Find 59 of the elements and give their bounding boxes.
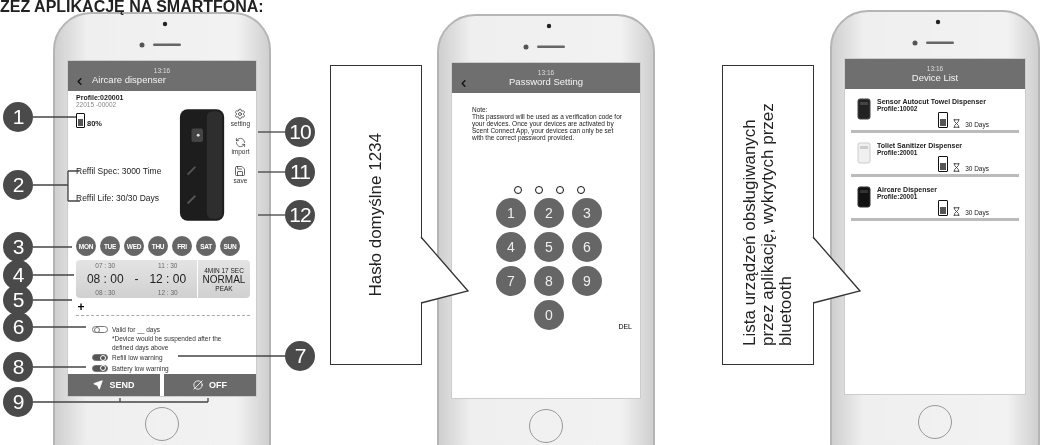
- leader-line: [257, 131, 286, 133]
- battery-icon: [938, 200, 949, 216]
- callout-text: Hasło domyślne 1234: [367, 133, 385, 297]
- refill-life: Reffil Life: 30/30 Days: [76, 193, 160, 203]
- settings-icon: [234, 108, 247, 120]
- refill-spec: Reffil Spec: 3000 Time: [76, 166, 163, 176]
- leader-line: [32, 274, 75, 276]
- slashed-circle-icon: [193, 380, 203, 390]
- number-marker: 12: [285, 200, 315, 230]
- screen-title: Password Setting: [509, 76, 583, 87]
- number-marker: 7: [285, 341, 315, 371]
- number-marker: 11: [285, 157, 315, 187]
- number-marker: 3: [3, 232, 33, 262]
- number-marker: 9: [3, 387, 33, 417]
- number-marker: 5: [3, 285, 33, 315]
- number-marker: 10: [285, 117, 315, 147]
- number-marker: 2: [3, 170, 33, 200]
- off-button[interactable]: OFF: [164, 374, 256, 396]
- number-marker: 1: [3, 102, 33, 132]
- leader-line: [32, 299, 73, 301]
- hourglass-icon: [952, 207, 962, 216]
- keypad-key[interactable]: 2: [534, 198, 564, 228]
- screen-title: Aircare dispenser: [92, 74, 166, 85]
- time-separator: -: [134, 272, 139, 286]
- leader-line: [32, 326, 87, 328]
- toggle-switch[interactable]: [92, 326, 108, 333]
- leader-line: [257, 214, 286, 216]
- send-button[interactable]: SEND: [68, 374, 160, 396]
- leader-line: [32, 246, 73, 248]
- keypad-key[interactable]: 9: [572, 266, 602, 296]
- keypad-key[interactable]: 8: [534, 266, 564, 296]
- callout-text: Lista urządzeń obsługiwanych przez aplikację, wykrytych przez bluetooth: [741, 102, 795, 346]
- screen-title: Device List: [911, 72, 959, 83]
- battery-icon: [938, 156, 949, 172]
- keypad-key[interactable]: 5: [534, 232, 564, 262]
- keypad-key[interactable]: 6: [572, 232, 602, 262]
- hourglass-icon: [952, 163, 962, 172]
- send-icon: [93, 380, 104, 390]
- battery-icon: [76, 113, 85, 128]
- end-time[interactable]: 12 : 00: [149, 272, 187, 286]
- keypad-key[interactable]: 4: [496, 232, 526, 262]
- keypad-key[interactable]: 7: [496, 266, 526, 296]
- battery-icon: [938, 112, 949, 128]
- page-heading: ZEZ APLIKACJĘ NA SMARTFONA:: [0, 0, 264, 16]
- leader-line: [257, 171, 286, 173]
- toggle-switch[interactable]: [92, 364, 108, 372]
- leader-line: [32, 116, 77, 118]
- refresh-icon: [234, 137, 246, 148]
- keypad-key[interactable]: 0: [534, 300, 564, 330]
- leader-line: [32, 366, 87, 368]
- keypad-key[interactable]: 3: [572, 198, 602, 228]
- number-marker: 6: [3, 312, 33, 342]
- start-time[interactable]: 08 : 00: [86, 272, 124, 286]
- add-button[interactable]: +: [76, 302, 86, 312]
- keypad-key[interactable]: 1: [496, 198, 526, 228]
- number-marker: 8: [3, 352, 33, 382]
- toggle-switch[interactable]: [92, 354, 108, 362]
- hourglass-icon: [952, 119, 962, 128]
- mode-text[interactable]: NORMAL: [202, 273, 246, 285]
